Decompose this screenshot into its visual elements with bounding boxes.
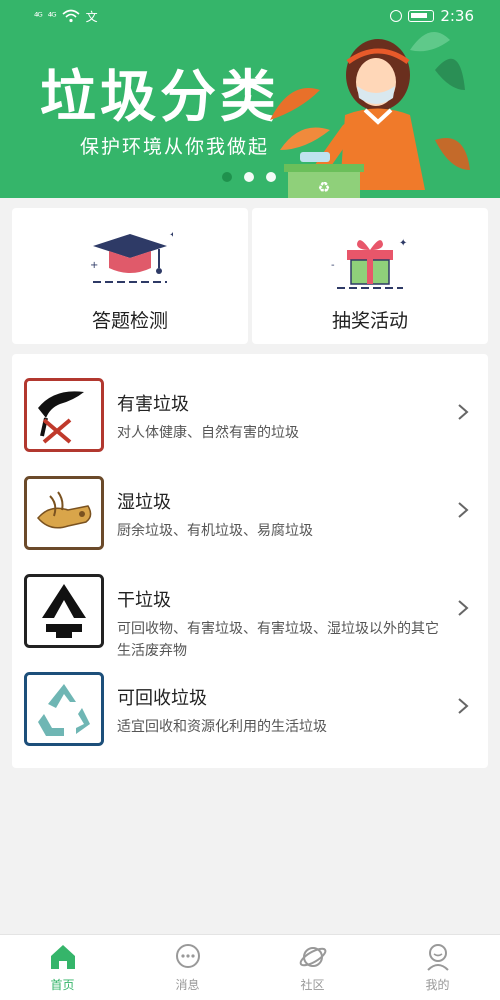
category-description: 厨余垃圾、有机垃圾、易腐垃圾: [117, 523, 313, 539]
svg-text:✦: ✦: [169, 230, 173, 241]
carousel-dot[interactable]: [222, 172, 232, 182]
category-description: 对人体健康、自然有害的垃圾: [117, 425, 299, 441]
signal-icon-2: ⁴ᴳ: [47, 9, 57, 23]
status-text: 文: [85, 9, 98, 24]
chevron-right-icon: [458, 502, 469, 518]
bottom-navigation: 首页 消息 社区 我的: [0, 934, 500, 1000]
profile-icon: [426, 944, 449, 971]
tab-home[interactable]: 首页: [0, 935, 125, 1000]
category-description: 适宜回收和资源化利用的生活垃圾: [117, 719, 327, 735]
tab-label: 消息: [175, 978, 200, 992]
dry-waste-icon: [24, 574, 104, 648]
carousel-dot[interactable]: [244, 172, 254, 182]
chevron-right-icon: [458, 404, 469, 420]
girl-recycling-illustration: ♻: [270, 32, 470, 198]
hazardous-waste-icon: [24, 378, 104, 452]
lottery-card[interactable]: - ✦ 抽奖活动: [252, 208, 488, 344]
tab-label: 社区: [300, 978, 325, 992]
wet-waste-icon: [24, 476, 104, 550]
banner-subtitle: 保护环境从你我做起: [80, 136, 270, 158]
quiz-card-label: 答题检测: [91, 310, 168, 332]
category-title: 可回收垃圾: [117, 688, 207, 709]
feature-cards: + ✦ 答题检测 - ✦ 抽奖活动: [12, 208, 488, 344]
planet-icon: [299, 947, 326, 967]
message-icon: [175, 944, 200, 968]
tab-community[interactable]: 社区: [250, 935, 375, 1000]
chevron-right-icon: [458, 698, 469, 714]
wifi-icon: [62, 9, 80, 23]
graduation-cap-icon: + ✦: [90, 230, 173, 283]
banner[interactable]: ⁴ᴳ ⁴ᴳ 文 2:36 垃圾分类 保护环境从你我做起 ♻: [0, 0, 500, 198]
signal-icon: ⁴ᴳ: [34, 9, 43, 23]
tab-profile[interactable]: 我的: [375, 935, 500, 1000]
category-title: 干垃圾: [117, 590, 171, 611]
svg-text:+: +: [90, 260, 98, 271]
tab-label: 首页: [50, 978, 75, 992]
carousel-dot[interactable]: [266, 172, 276, 182]
category-title: 湿垃圾: [117, 492, 171, 513]
recyclable-icon: [24, 672, 104, 746]
tab-label: 我的: [425, 978, 450, 992]
quiz-card[interactable]: + ✦ 答题检测: [12, 208, 248, 344]
list-item-recyclable[interactable]: 可回收垃圾 适宜回收和资源化利用的生活垃圾: [12, 648, 488, 746]
list-item-dry[interactable]: 干垃圾 可回收物、有害垃圾、有害垃圾、湿垃圾以外的其它生活废弃物: [12, 550, 488, 659]
gift-box-icon: - ✦: [331, 238, 407, 289]
category-title: 有害垃圾: [117, 394, 189, 415]
list-item-hazardous[interactable]: 有害垃圾 对人体健康、自然有害的垃圾: [12, 354, 488, 452]
lottery-card-label: 抽奖活动: [331, 310, 408, 332]
svg-text:♻: ♻: [318, 180, 331, 196]
svg-text:-: -: [331, 260, 335, 271]
category-list: 有害垃圾 对人体健康、自然有害的垃圾 湿垃圾 厨余垃圾、有机垃圾、易腐垃圾 干垃…: [12, 354, 488, 768]
carousel-indicator[interactable]: [222, 172, 276, 182]
svg-text:✦: ✦: [399, 238, 407, 249]
chevron-right-icon: [458, 600, 469, 616]
home-icon: [50, 945, 75, 969]
banner-title: 垃圾分类: [40, 65, 280, 130]
list-item-wet[interactable]: 湿垃圾 厨余垃圾、有机垃圾、易腐垃圾: [12, 452, 488, 550]
tab-messages[interactable]: 消息: [125, 935, 250, 1000]
